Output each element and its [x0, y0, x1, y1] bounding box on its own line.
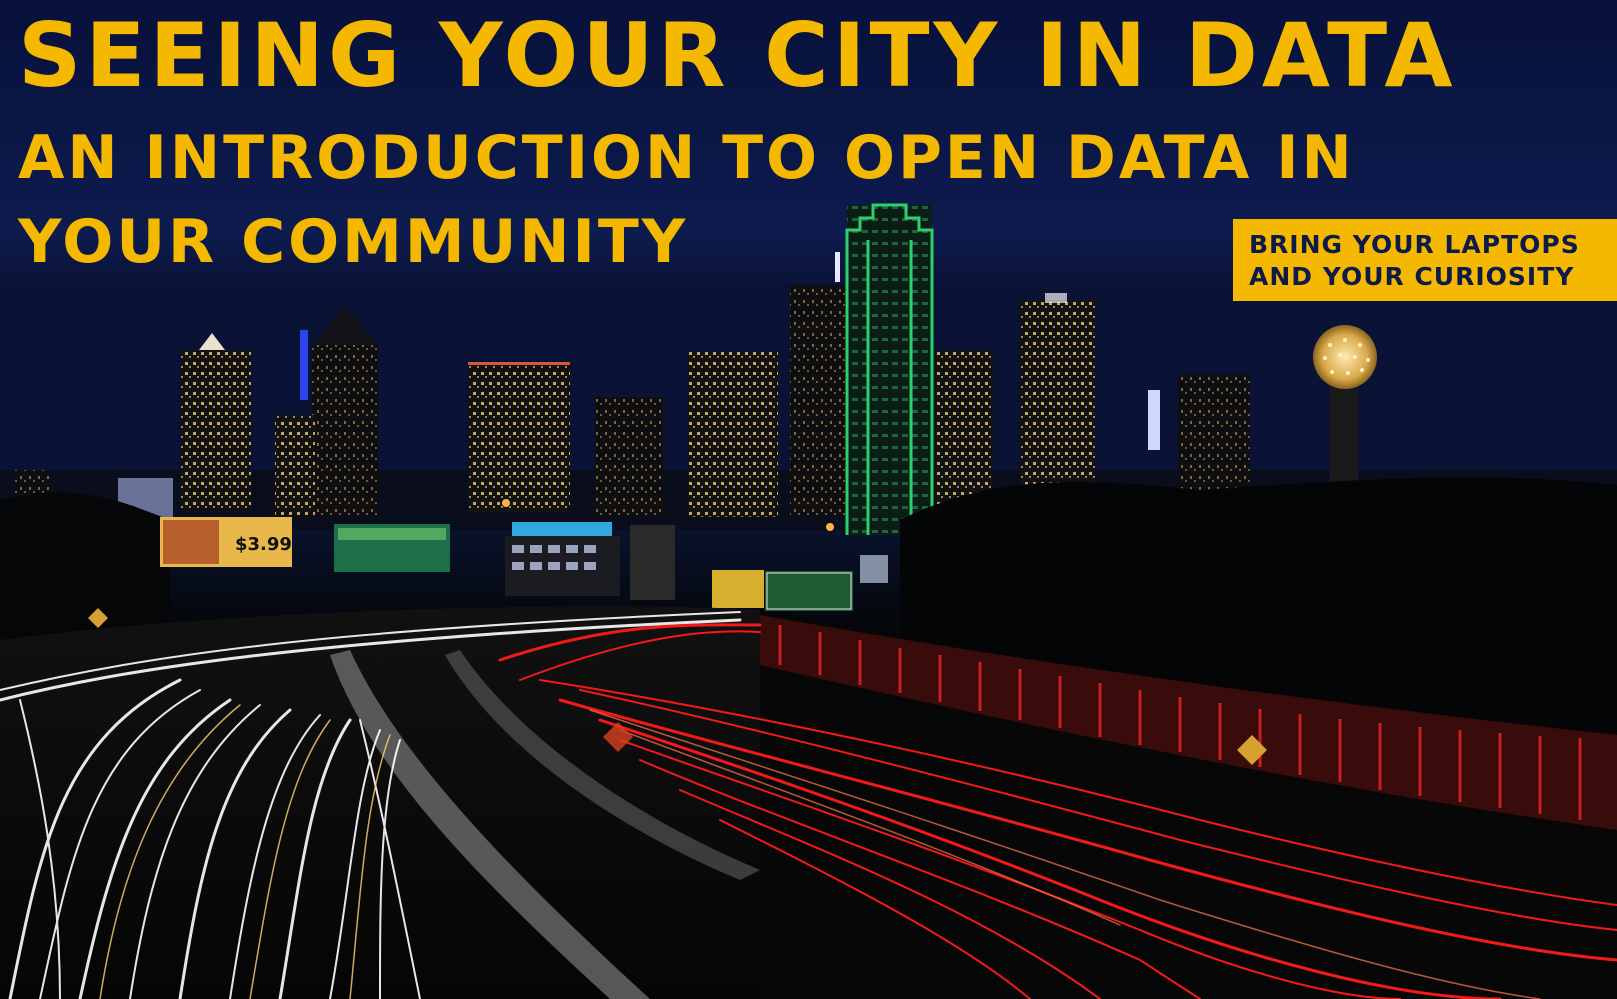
poster-title: SEEING YOUR CITY IN DATA	[18, 4, 1457, 107]
poster-subtitle-line-2: YOUR COMMUNITY	[18, 207, 689, 277]
event-poster: $3.99 SEEING YOUR CITY IN DATA AN INTROD…	[0, 0, 1617, 999]
callout-line-1: BRING YOUR LAPTOPS	[1249, 230, 1580, 259]
callout-line-2: AND YOUR CURIOSITY	[1249, 262, 1575, 291]
svg-text:$3.99: $3.99	[235, 534, 292, 555]
poster-subtitle-line-1: AN INTRODUCTION TO OPEN DATA IN	[18, 123, 1355, 193]
callout-badge: BRING YOUR LAPTOPS AND YOUR CURIOSITY	[1233, 219, 1617, 301]
